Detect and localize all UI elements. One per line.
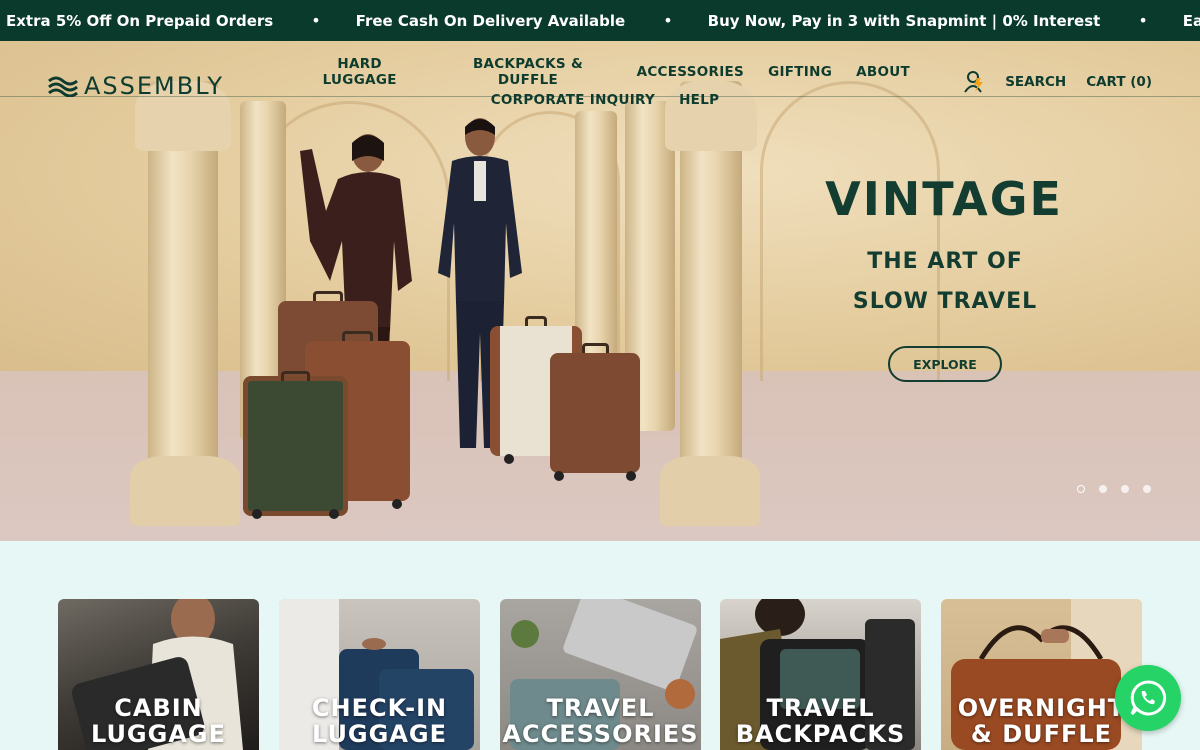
category-card-travel-accessories[interactable]: TRAVEL ACCESSORIES (500, 599, 701, 750)
category-label-line: TRAVEL (546, 694, 655, 722)
wall-arch (760, 81, 940, 381)
category-label-line: LUGGAGE (91, 720, 226, 748)
pillar-base (130, 456, 240, 526)
pillar-base (660, 456, 760, 526)
announcement-separator: • (311, 11, 321, 30)
cart-link[interactable]: CART (0) (1086, 74, 1152, 90)
hero-subtitle: THE ART OF SLOW TRAVEL (830, 242, 1060, 322)
announcement-item: Extra 5% Off On Prepaid Orders (6, 11, 274, 30)
category-label: OVERNIGHT & DUFFLE (941, 695, 1142, 747)
search-link[interactable]: SEARCH (1005, 74, 1066, 90)
category-card-cabin-luggage[interactable]: CABIN LUGGAGE (58, 599, 259, 750)
explore-button[interactable]: EXPLORE (888, 346, 1002, 382)
hero-subtitle-line: THE ART OF (867, 249, 1023, 274)
nav-item-accessories[interactable]: ACCESSORIES (637, 64, 744, 80)
suitcase-olive (243, 371, 348, 519)
announcement-item: Free Cash On Delivery Available (355, 11, 626, 30)
nav-item-hard-luggage[interactable]: HARD LUGGAGE (300, 56, 419, 88)
nav-item-about[interactable]: ABOUT (856, 64, 910, 80)
category-label-line: ACCESSORIES (502, 720, 699, 748)
hero-banner[interactable]: VINTAGE THE ART OF SLOW TRAVEL EXPLORE (0, 41, 1200, 541)
account-icon[interactable] (963, 70, 985, 94)
carousel-dot[interactable] (1121, 485, 1129, 493)
header-actions: SEARCH CART (0) (963, 70, 1152, 94)
main-nav: HARD LUGGAGE BACKPACKS & DUFFLE ACCESSOR… (300, 56, 910, 114)
whatsapp-button[interactable] (1115, 665, 1181, 731)
category-card-overnight-duffle[interactable]: OVERNIGHT & DUFFLE (941, 599, 1142, 750)
announcement-bar: Extra 5% Off On Prepaid Orders • Free Ca… (0, 0, 1200, 41)
category-label: CHECK-IN LUGGAGE (279, 695, 480, 747)
category-label-line: & DUFFLE (970, 720, 1113, 748)
nav-item-help[interactable]: HELP (679, 92, 719, 108)
category-label-line: LUGGAGE (312, 720, 447, 748)
announcement-item: Buy Now, Pay in 3 with Snapmint | 0% Int… (707, 11, 1101, 30)
nav-item-corporate-inquiry[interactable]: CORPORATE INQUIRY (491, 92, 655, 108)
hero-title: VINTAGE (825, 172, 1063, 226)
logo-waves-icon (48, 76, 78, 97)
logo-link[interactable]: ASSEMBLY (48, 72, 224, 100)
carousel-dot[interactable] (1077, 485, 1085, 493)
category-label-line: TRAVEL (766, 694, 875, 722)
category-card-check-in-luggage[interactable]: CHECK-IN LUGGAGE (279, 599, 480, 750)
announcement-item: Easy 30-Day Return (1182, 11, 1200, 30)
category-label-line: OVERNIGHT (957, 694, 1126, 722)
category-label: TRAVEL ACCESSORIES (500, 695, 701, 747)
announcement-track: Extra 5% Off On Prepaid Orders • Free Ca… (6, 0, 1200, 41)
suitcase-brown-right (550, 343, 640, 481)
nav-row: HARD LUGGAGE BACKPACKS & DUFFLE ACCESSOR… (300, 56, 910, 88)
carousel-dots (1077, 485, 1151, 493)
carousel-dot[interactable] (1143, 485, 1151, 493)
category-section: CABIN LUGGAGE CHECK-IN LUGGAGE TRAVEL AC… (0, 541, 1200, 750)
nav-row: CORPORATE INQUIRY HELP (300, 86, 910, 114)
nav-item-backpacks-duffle[interactable]: BACKPACKS & DUFFLE (443, 56, 612, 88)
hero-subtitle-line: SLOW TRAVEL (852, 289, 1038, 314)
category-label-line: CABIN (114, 694, 203, 722)
announcement-separator: • (663, 11, 673, 30)
whatsapp-icon (1130, 680, 1167, 716)
category-label: TRAVEL BACKPACKS (720, 695, 921, 747)
nav-item-gifting[interactable]: GIFTING (768, 64, 832, 80)
category-label-line: BACKPACKS (735, 720, 906, 748)
category-card-travel-backpacks[interactable]: TRAVEL BACKPACKS (720, 599, 921, 750)
carousel-dot[interactable] (1099, 485, 1107, 493)
category-label: CABIN LUGGAGE (58, 695, 259, 747)
logo-text: ASSEMBLY (84, 72, 225, 100)
announcement-separator: • (1138, 11, 1148, 30)
category-label-line: CHECK-IN (311, 694, 448, 722)
